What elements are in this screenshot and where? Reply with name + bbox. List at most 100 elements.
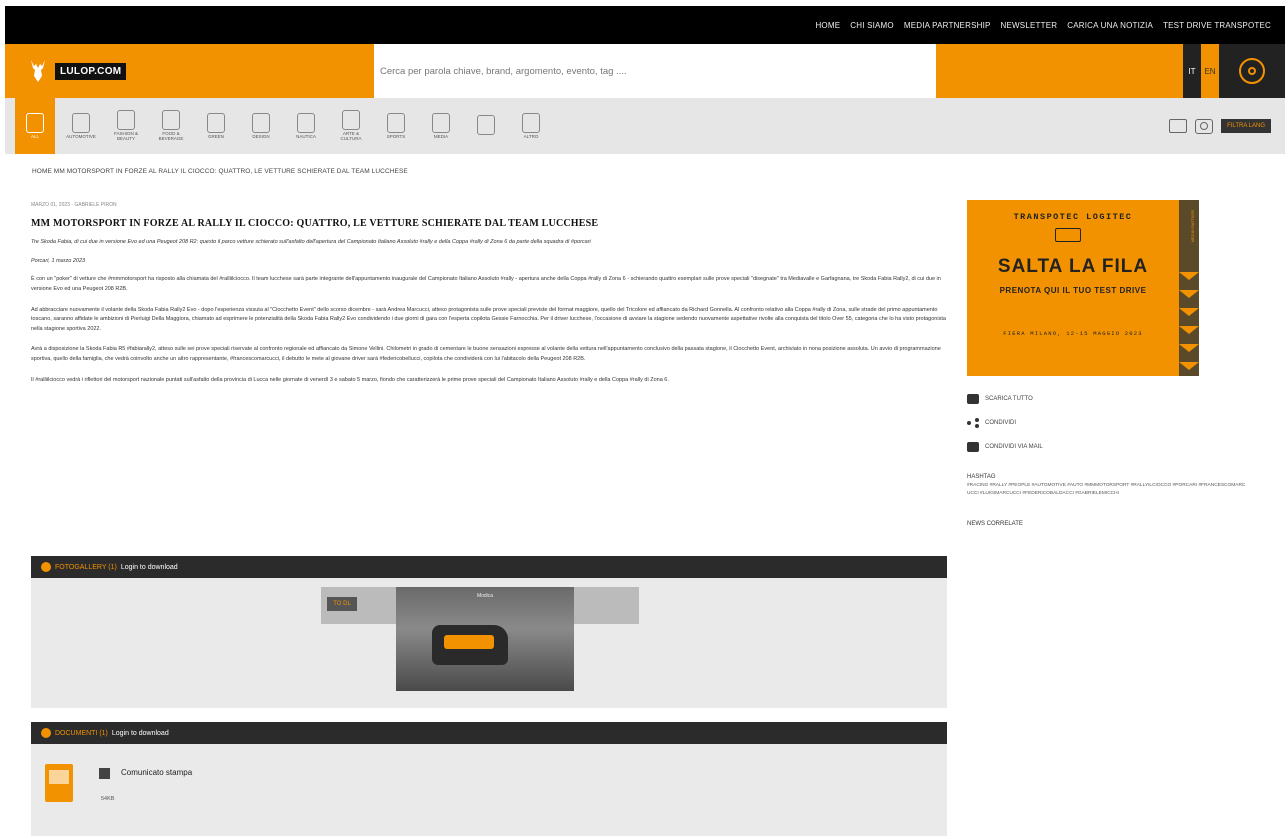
- mail-icon: [967, 442, 979, 452]
- category-food-beverage[interactable]: FOOD & BEVERAGE: [152, 98, 190, 154]
- category-sports[interactable]: SPORTS: [377, 98, 415, 154]
- fotogallery-header[interactable]: FOTOGALLERY (1) Login to download: [31, 556, 947, 578]
- article-paragraph: Avrà a disposizione la Skoda Fabia R5 #f…: [31, 346, 941, 363]
- wine-icon: [477, 115, 495, 135]
- ad-date: FIERA MILANO, 12-15 MAGGIO 2023: [1003, 330, 1143, 337]
- ad-heading: TRANSPOTEC LOGITEC: [1013, 212, 1133, 222]
- documenti-header[interactable]: DOCUMENTI (1) Login to download: [31, 722, 947, 744]
- search-input[interactable]: [380, 65, 936, 77]
- ad-headline: SALTA LA FILA: [997, 256, 1149, 277]
- camera-icon[interactable]: [1195, 118, 1214, 134]
- user-account-button[interactable]: [1219, 44, 1285, 98]
- category-label: SPORTS: [386, 133, 406, 139]
- document-title[interactable]: Comunicato stampa: [121, 768, 192, 777]
- hashtag-list[interactable]: #RACING #RALLY #PEOPLE #AUTOMOTIVE #AUTO…: [967, 482, 1247, 497]
- ad-stripe: MEDIA PARTNER: [1179, 200, 1199, 376]
- category-label: FOOD & BEVERAGE: [158, 131, 184, 141]
- green-icon: [207, 112, 225, 133]
- user-icon: [1239, 58, 1265, 84]
- checkbox-icon[interactable]: [99, 768, 110, 779]
- documenti-section: DOCUMENTI (1) Login to download Comunica…: [31, 722, 947, 836]
- category-label: ARTE & CULTURA: [340, 131, 362, 141]
- download-icon: [967, 394, 979, 404]
- all-icon: [26, 112, 44, 133]
- hashtag-title: HASHTAG: [967, 474, 996, 480]
- category-green[interactable]: GREEN: [197, 98, 235, 154]
- truck-icon: [1055, 228, 1081, 242]
- category-design[interactable]: DESIGN: [242, 98, 280, 154]
- thumbnail-tag: TO DL: [327, 597, 357, 611]
- article-paragraph: Il #ralliilciocco vedrà i riflettori del…: [31, 376, 669, 383]
- topnav-link-test-drive-transpotec[interactable]: TEST DRIVE TRANSPOTEC: [1163, 21, 1271, 30]
- login-to-download-link[interactable]: Login to download: [121, 564, 178, 571]
- ad-stripe-text: MEDIA PARTNER: [1190, 210, 1195, 243]
- documenti-title: DOCUMENTI (1): [55, 729, 108, 737]
- login-to-download-link[interactable]: Login to download: [112, 730, 169, 737]
- category-label: FASHION & BEAUTY: [113, 131, 138, 141]
- category-fashion-beauty[interactable]: FASHION & BEAUTY: [107, 98, 145, 154]
- logo-text: LULOP.COM: [55, 62, 127, 80]
- category-altro[interactable]: ALTRO: [512, 98, 550, 154]
- art-icon: [342, 110, 360, 131]
- category-all[interactable]: ALL: [15, 98, 55, 154]
- topnav-link-home[interactable]: HOME: [815, 21, 840, 30]
- category-label: MEDIA: [433, 133, 449, 139]
- car-icon: [72, 112, 90, 133]
- design-icon: [252, 112, 270, 133]
- photo-caption: Modica: [476, 593, 494, 599]
- category-media[interactable]: MEDIA: [422, 98, 460, 154]
- pdf-file-icon[interactable]: [45, 764, 73, 802]
- folder-icon[interactable]: [1169, 119, 1188, 133]
- category-bar: ALL AUTOMOTIVE FASHION & BEAUTY FOOD & BEVE…: [5, 98, 1285, 154]
- lang-en-button[interactable]: EN: [1201, 44, 1219, 98]
- fotogallery-title: FOTOGALLERY (1): [55, 563, 117, 571]
- category-item-10[interactable]: [467, 98, 505, 154]
- category-label: ALTRO: [523, 133, 539, 139]
- top-navigation: HOME CHI SIAMO MEDIA PARTNERSHIP NEWSLETTER…: [5, 6, 1285, 44]
- share-mail-button[interactable]: CONDIVIDI VIA MAIL: [967, 442, 1247, 452]
- article-lead: Tre Skoda Fabia, di cui due in versione …: [31, 239, 591, 245]
- category-label: AUTOMOTIVE: [66, 133, 96, 139]
- article-meta: MARZO 01, 2023 · GABRIELE PIRON: [31, 202, 117, 208]
- category-nautica[interactable]: NAUTICA: [287, 98, 325, 154]
- topnav-link-chi-siamo[interactable]: CHI SIAMO: [850, 21, 894, 30]
- documents-body: Comunicato stampa 54KB: [31, 744, 947, 836]
- category-label: GREEN: [207, 133, 224, 139]
- deer-logo-icon: [27, 58, 49, 84]
- breadcrumb: HOME MM MOTORSPORT IN FORZE AL RALLY IL …: [32, 168, 408, 175]
- transpotec-ad-banner[interactable]: TRANSPOTEC LOGITEC SALTA LA FILA PRENOTA…: [967, 200, 1199, 376]
- share-icon: [967, 418, 979, 428]
- document-size: 54KB: [101, 796, 115, 802]
- ad-subheadline: PRENOTA QUI IL TUO TEST DRIVE: [999, 286, 1147, 295]
- article-paragraph: È con un "poker" di vetture che #mmmotor…: [31, 276, 941, 292]
- search-bar[interactable]: [374, 44, 936, 98]
- category-label: DESIGN: [252, 133, 270, 139]
- category-automotive[interactable]: AUTOMOTIVE: [62, 98, 100, 154]
- media-icon: [432, 112, 450, 133]
- lang-it-button[interactable]: IT: [1183, 44, 1201, 98]
- gallery-body: TO DL Modica: [31, 578, 947, 708]
- share-button[interactable]: CONDIVIDI: [967, 418, 1247, 428]
- camera-icon: [41, 562, 51, 572]
- header: LULOP.COM IT EN: [5, 44, 1285, 98]
- article-dateline: Porcari, 1 marzo 2023: [31, 258, 86, 265]
- topnav-link-carica-una-notizia[interactable]: CARICA UNA NOTIZIA: [1067, 21, 1153, 30]
- article: MARZO 01, 2023 · GABRIELE PIRON MM MOTOR…: [31, 202, 947, 385]
- logo[interactable]: LULOP.COM: [5, 44, 127, 98]
- fotogallery-section: FOTOGALLERY (1) Login to download TO DL …: [31, 556, 947, 708]
- filter-button[interactable]: FILTRA LANG: [1221, 119, 1271, 133]
- related-news-title: NEWS CORRELATE: [967, 521, 1023, 528]
- rally-car-image: [432, 625, 508, 665]
- nautica-icon: [297, 112, 315, 133]
- gallery-photo[interactable]: Modica: [396, 587, 574, 691]
- page: HOME CHI SIAMO MEDIA PARTNERSHIP NEWSLETTER…: [5, 6, 1285, 838]
- food-icon: [162, 110, 180, 131]
- fashion-icon: [117, 110, 135, 131]
- category-label: NAUTICA: [296, 133, 316, 139]
- share-mail-label: CONDIVIDI VIA MAIL: [985, 444, 1043, 450]
- topnav-link-newsletter[interactable]: NEWSLETTER: [1001, 21, 1058, 30]
- category-arte-cultura[interactable]: ARTE & CULTURA: [332, 98, 370, 154]
- topnav-link-media-partnership[interactable]: MEDIA PARTNERSHIP: [904, 21, 991, 30]
- altro-icon: [522, 112, 540, 133]
- download-all-button[interactable]: SCARICA TUTTO: [967, 394, 1247, 404]
